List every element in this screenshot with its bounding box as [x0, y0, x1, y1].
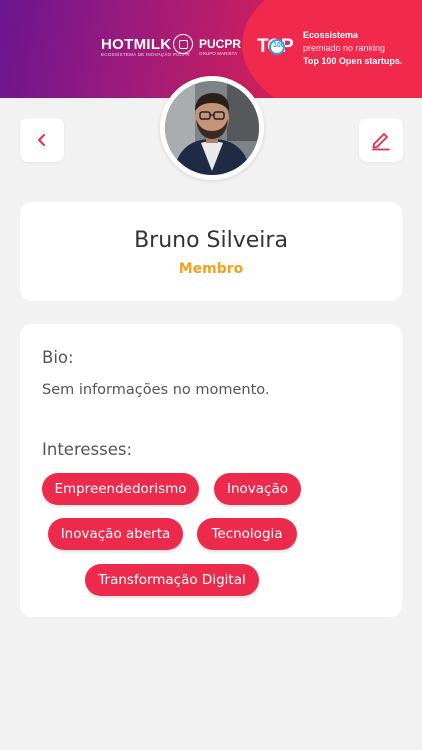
bio-text: Sem informações no momento. [42, 382, 270, 398]
interest-chip[interactable]: Empreendedorismo [42, 473, 199, 505]
interests-title: Interesses: [42, 440, 133, 459]
profile-info-card: Bio: Sem informações no momento. Interes… [20, 324, 402, 617]
interest-chip[interactable]: Inovação [214, 473, 301, 505]
pucpr-logo: PUCPR [199, 37, 242, 51]
chevron-left-icon [38, 134, 45, 146]
interest-chip[interactable]: Tecnologia [197, 518, 297, 550]
profile-role: Membro [178, 261, 244, 277]
interest-chip[interactable]: Inovação aberta [48, 518, 183, 550]
pencil-icon [372, 133, 390, 151]
interest-chip[interactable]: Transformação Digital [85, 564, 259, 596]
top100-badge-text: 100 [273, 42, 285, 49]
profile-name-card: Bruno Silveira Membro [20, 202, 402, 301]
hotmilk-tagline: ECOSSISTEMA DE INOVAÇÃO PUCPR [101, 52, 190, 57]
ranking-line-2: premiado no ranking [303, 43, 386, 53]
top100-badge: 100 [269, 39, 285, 55]
ranking-text: Ecossistema premiado no ranking Top 100 … [303, 29, 402, 68]
bio-title: Bio: [42, 348, 74, 367]
avatar[interactable] [160, 76, 264, 180]
avatar-photo [165, 81, 259, 175]
pucpr-seal-icon [173, 34, 193, 54]
hotmilk-logo: HOTMILK [101, 36, 172, 53]
top100-logo: TOP 100 [257, 36, 295, 58]
ranking-line-1: Ecossistema [303, 30, 359, 40]
edit-button[interactable] [359, 118, 403, 162]
ranking-line-3: Top 100 Open startups. [303, 56, 403, 66]
pucpr-tagline: GRUPO MARISTA [199, 51, 238, 56]
person-photo-icon [165, 81, 259, 175]
back-button[interactable] [20, 118, 64, 162]
profile-name: Bruno Silveira [134, 228, 288, 253]
